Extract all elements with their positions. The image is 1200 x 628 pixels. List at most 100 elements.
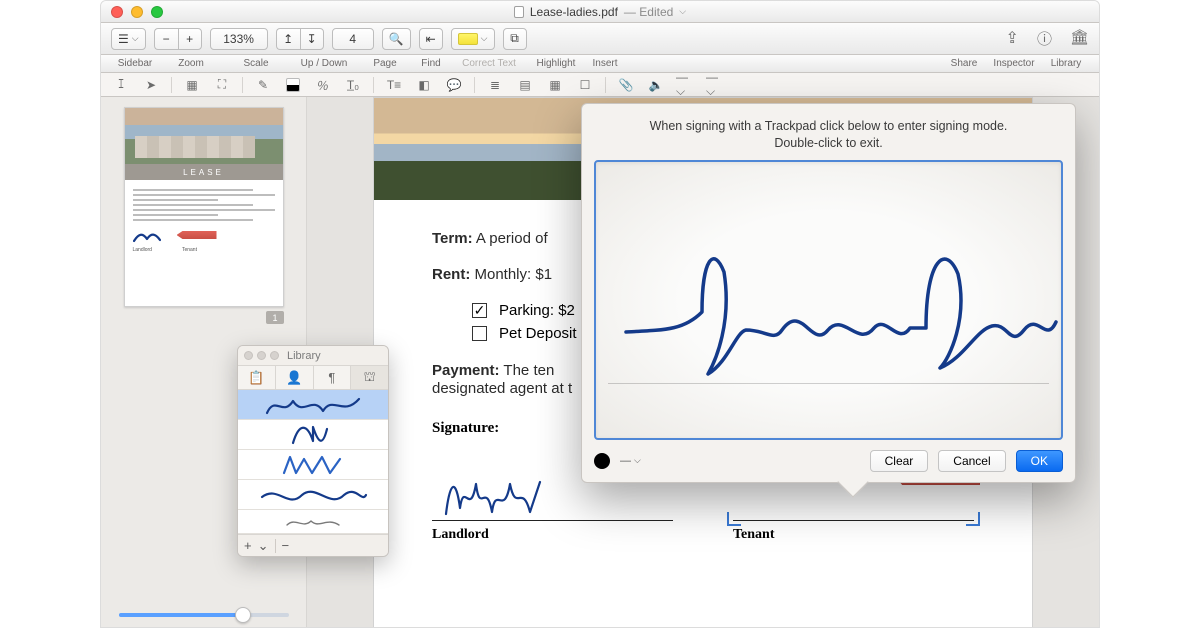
audio-tool[interactable]: 🔈: [646, 76, 666, 94]
markup-toolbar: ꕯ ➤ ▦ ⛶ ✎ ％ T̲₀ T≡ ◧ 💬 ≣ ▤ ▦ ☐ 📎 🔈 — ⌵ —…: [101, 73, 1099, 97]
label-share: Share: [943, 58, 985, 69]
payment-text: The ten: [500, 362, 555, 379]
landlord-role: Landlord: [432, 527, 673, 543]
find-button[interactable]: 🔍: [382, 28, 411, 50]
library-tab-proof[interactable]: ¶: [314, 366, 352, 389]
page-down-button[interactable]: ↧: [300, 28, 324, 50]
parking-text: Parking: $2: [499, 302, 575, 319]
strike-tool[interactable]: ％: [311, 76, 334, 94]
label-insert: Insert: [585, 58, 625, 69]
library-list: [238, 390, 388, 534]
text-select-tool[interactable]: ꕯ: [111, 76, 131, 94]
sidebar-toggle-button[interactable]: ☰⌵: [111, 28, 146, 50]
highlight-button[interactable]: ⌵: [451, 28, 495, 50]
library-titlebar[interactable]: Library: [238, 346, 388, 366]
zoom-in-button[interactable]: +: [178, 28, 202, 50]
library-tab-stamps[interactable]: ⛫: [351, 366, 388, 389]
term-label: Term:: [432, 230, 473, 247]
thumbnail-page-number: 1: [266, 311, 284, 324]
label-inspector: Inspector: [985, 58, 1043, 69]
comment-tool[interactable]: 💬: [444, 76, 464, 94]
signature-instructions-l1: When signing with a Trackpad click below…: [650, 119, 1008, 133]
page-field[interactable]: 4: [332, 28, 374, 50]
library-item-1[interactable]: [238, 390, 388, 420]
label-zoom: Zoom: [159, 58, 223, 69]
library-item-4[interactable]: [238, 480, 388, 510]
library-tabs: 📋 👤 ¶ ⛫: [238, 366, 388, 390]
zoom-window-button[interactable]: [151, 6, 163, 18]
crop-tool[interactable]: ⛶: [212, 76, 232, 94]
thumbnail-zoom-knob[interactable]: [235, 607, 251, 623]
term-text: A period of: [473, 230, 548, 247]
share-button[interactable]: ⇪: [1006, 28, 1019, 49]
library-menu-button[interactable]: ⌄: [258, 538, 269, 554]
thumbnail-banner: LEASE: [125, 164, 283, 180]
payment-label: Payment:: [432, 362, 500, 379]
underline-tool[interactable]: T̲₀: [343, 76, 363, 94]
zoom-out-button[interactable]: −: [154, 28, 178, 50]
toolbar-labels: Sidebar Zoom Scale Up / Down Page Find C…: [101, 55, 1099, 73]
inspector-button[interactable]: ⓘ: [1037, 28, 1052, 49]
library-add-button[interactable]: +: [244, 538, 252, 553]
parking-checkbox[interactable]: ✓: [472, 303, 487, 318]
indent-tool[interactable]: T≡: [384, 76, 404, 94]
page-thumbnail[interactable]: LEASE LandlordTenant: [124, 107, 284, 307]
library-item-5[interactable]: [238, 510, 388, 534]
titlebar: Lease-ladies.pdf — Edited ⌵: [101, 1, 1099, 23]
library-panel[interactable]: Library 📋 👤 ¶ ⛫ +: [237, 345, 389, 557]
label-sidebar: Sidebar: [111, 58, 159, 69]
tenant-role: Tenant: [733, 527, 974, 543]
library-item-3[interactable]: [238, 450, 388, 480]
app-window: Lease-ladies.pdf — Edited ⌵ ☰⌵ − + 133% …: [100, 0, 1100, 628]
list-tool[interactable]: ≣: [485, 76, 505, 94]
pet-text: Pet Deposit: [499, 325, 577, 342]
note-tool[interactable]: ▤: [515, 76, 535, 94]
correct-text-button[interactable]: ⇤: [419, 28, 443, 50]
window-status: Edited: [639, 5, 673, 19]
pet-checkbox[interactable]: [472, 326, 487, 341]
redact-tool[interactable]: ▦: [182, 76, 202, 94]
draw-tool[interactable]: ✎: [253, 76, 273, 94]
signature-footer: —⌵ Clear Cancel OK: [594, 450, 1063, 472]
insert-button[interactable]: ⧉: [503, 28, 527, 50]
minimize-window-button[interactable]: [131, 6, 143, 18]
label-page: Page: [359, 58, 411, 69]
thumbnail-zoom-slider[interactable]: [119, 613, 289, 617]
label-correct: Correct Text: [451, 58, 527, 69]
clear-button[interactable]: Clear: [870, 450, 929, 472]
pointer-tool[interactable]: ➤: [141, 76, 161, 94]
line-style-2[interactable]: — ⌵: [706, 76, 726, 94]
library-button[interactable]: 🏛: [1070, 28, 1089, 49]
rent-text: Monthly: $1: [470, 266, 552, 283]
library-tab-profile[interactable]: 👤: [276, 366, 314, 389]
erase-tool[interactable]: ◧: [414, 76, 434, 94]
library-tab-clipboard[interactable]: 📋: [238, 366, 276, 389]
library-item-2[interactable]: [238, 420, 388, 450]
label-updown: Up / Down: [289, 58, 359, 69]
main-toolbar: ☰⌵ − + 133% ↥ ↧ 4 🔍 ⇤ ⌵ ⧉ ⇪ ⓘ 🏛: [101, 23, 1099, 55]
rent-label: Rent:: [432, 266, 470, 283]
payment-text2: designated agent at t: [432, 380, 572, 397]
window-title: Lease-ladies.pdf — Edited ⌵: [514, 5, 686, 19]
table-tool[interactable]: ▦: [545, 76, 565, 94]
close-window-button[interactable]: [111, 6, 123, 18]
signature-instructions-l2: Double-click to exit.: [774, 136, 882, 150]
line-weight-picker[interactable]: —⌵: [620, 455, 641, 467]
library-remove-button[interactable]: −: [282, 538, 290, 553]
line-style-1[interactable]: — ⌵: [676, 76, 696, 94]
label-scale: Scale: [223, 58, 289, 69]
cancel-button[interactable]: Cancel: [938, 450, 1005, 472]
page-up-button[interactable]: ↥: [276, 28, 300, 50]
label-find: Find: [411, 58, 451, 69]
scale-field[interactable]: 133%: [210, 28, 268, 50]
thumbnail-image: [125, 108, 283, 164]
signature-pad[interactable]: [594, 160, 1063, 440]
attach-tool[interactable]: 📎: [616, 76, 636, 94]
color-tool[interactable]: [283, 76, 303, 94]
title-chevron-icon[interactable]: ⌵: [679, 6, 686, 17]
label-library: Library: [1043, 58, 1089, 69]
ok-button[interactable]: OK: [1016, 450, 1063, 472]
form-tool[interactable]: ☐: [575, 76, 595, 94]
ink-color-swatch[interactable]: [594, 453, 610, 469]
landlord-signature-block: Landlord: [432, 475, 673, 543]
